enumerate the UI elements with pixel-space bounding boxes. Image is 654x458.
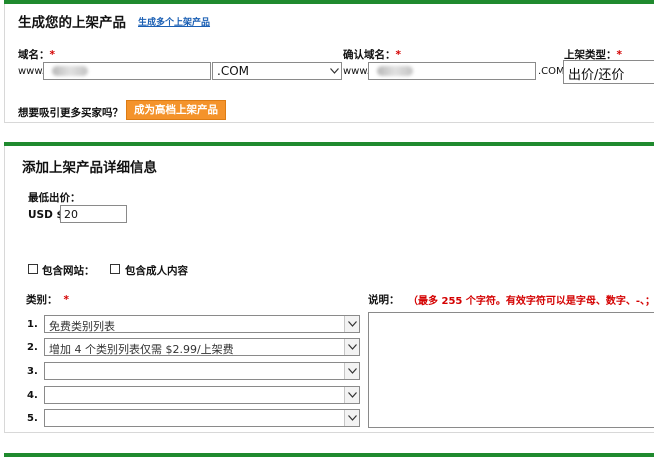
category-number: 2. xyxy=(27,342,38,353)
min-offer-label: 最低出价： xyxy=(28,192,81,204)
promo-question: 想要吸引更多买家吗？ xyxy=(18,107,123,119)
confirm-tld-text: .COM xyxy=(538,66,565,77)
chevron-down-icon xyxy=(327,63,341,79)
include-website-checkbox[interactable] xyxy=(28,264,38,274)
listing-type-value: 出价/还价 xyxy=(568,68,625,83)
category-number: 5. xyxy=(27,413,38,424)
category-select-value: 免费类别列表 xyxy=(49,320,115,333)
description-textarea[interactable] xyxy=(368,312,654,428)
chevron-down-icon xyxy=(344,410,359,426)
listing-type-select[interactable]: 出价/还价 xyxy=(563,60,654,84)
description-label: 说明： xyxy=(368,294,400,306)
category-number: 3. xyxy=(27,366,38,377)
required-mark: * xyxy=(395,49,402,61)
chevron-down-icon xyxy=(344,339,359,355)
description-hint: （最多 255 个字符。有效字符可以是字母、数字、-、；和 xyxy=(408,296,654,307)
include-website-label: 包含网站： xyxy=(42,265,95,277)
category-select-1[interactable]: 免费类别列表 xyxy=(44,315,360,333)
category-select-4[interactable] xyxy=(44,386,360,404)
generate-multiple-link[interactable]: 生成多个上架产品 xyxy=(138,15,210,28)
category-select-5[interactable] xyxy=(44,409,360,427)
chevron-down-icon xyxy=(344,387,359,403)
page-title: 生成您的上架产品 xyxy=(18,15,126,31)
domain-label: 域名：* xyxy=(18,49,56,61)
www-prefix-confirm: www. xyxy=(343,66,370,77)
category-select-3[interactable] xyxy=(44,362,360,380)
category-label: 类别： * xyxy=(26,294,70,306)
section3-top-bar xyxy=(4,453,654,457)
redacted-text xyxy=(52,66,88,76)
include-adult-label: 包含成人内容 xyxy=(125,265,188,277)
www-prefix: www. xyxy=(18,66,45,77)
category-select-value: 增加 4 个类别列表仅需 $2.99/上架费 xyxy=(49,343,234,356)
category-number: 4. xyxy=(27,390,38,401)
confirm-domain-input[interactable] xyxy=(368,62,536,80)
tld-select[interactable]: .COM xyxy=(212,62,342,80)
details-title: 添加上架产品详细信息 xyxy=(22,160,157,176)
chevron-down-icon xyxy=(344,363,359,379)
become-premium-button[interactable]: 成为高档上架产品 xyxy=(126,100,226,120)
category-number: 1. xyxy=(27,319,38,330)
domain-input[interactable] xyxy=(43,62,211,80)
redacted-text xyxy=(377,66,413,76)
chevron-down-icon xyxy=(344,316,359,332)
tld-select-value: .COM xyxy=(217,64,249,78)
required-mark: * xyxy=(49,49,56,61)
confirm-domain-label: 确认域名：* xyxy=(343,49,402,61)
required-mark: * xyxy=(63,294,70,306)
category-select-2[interactable]: 增加 4 个类别列表仅需 $2.99/上架费 xyxy=(44,338,360,356)
include-adult-checkbox[interactable] xyxy=(110,264,120,274)
min-offer-input[interactable]: 20 xyxy=(60,205,127,223)
currency-label: USD $ xyxy=(28,209,64,221)
